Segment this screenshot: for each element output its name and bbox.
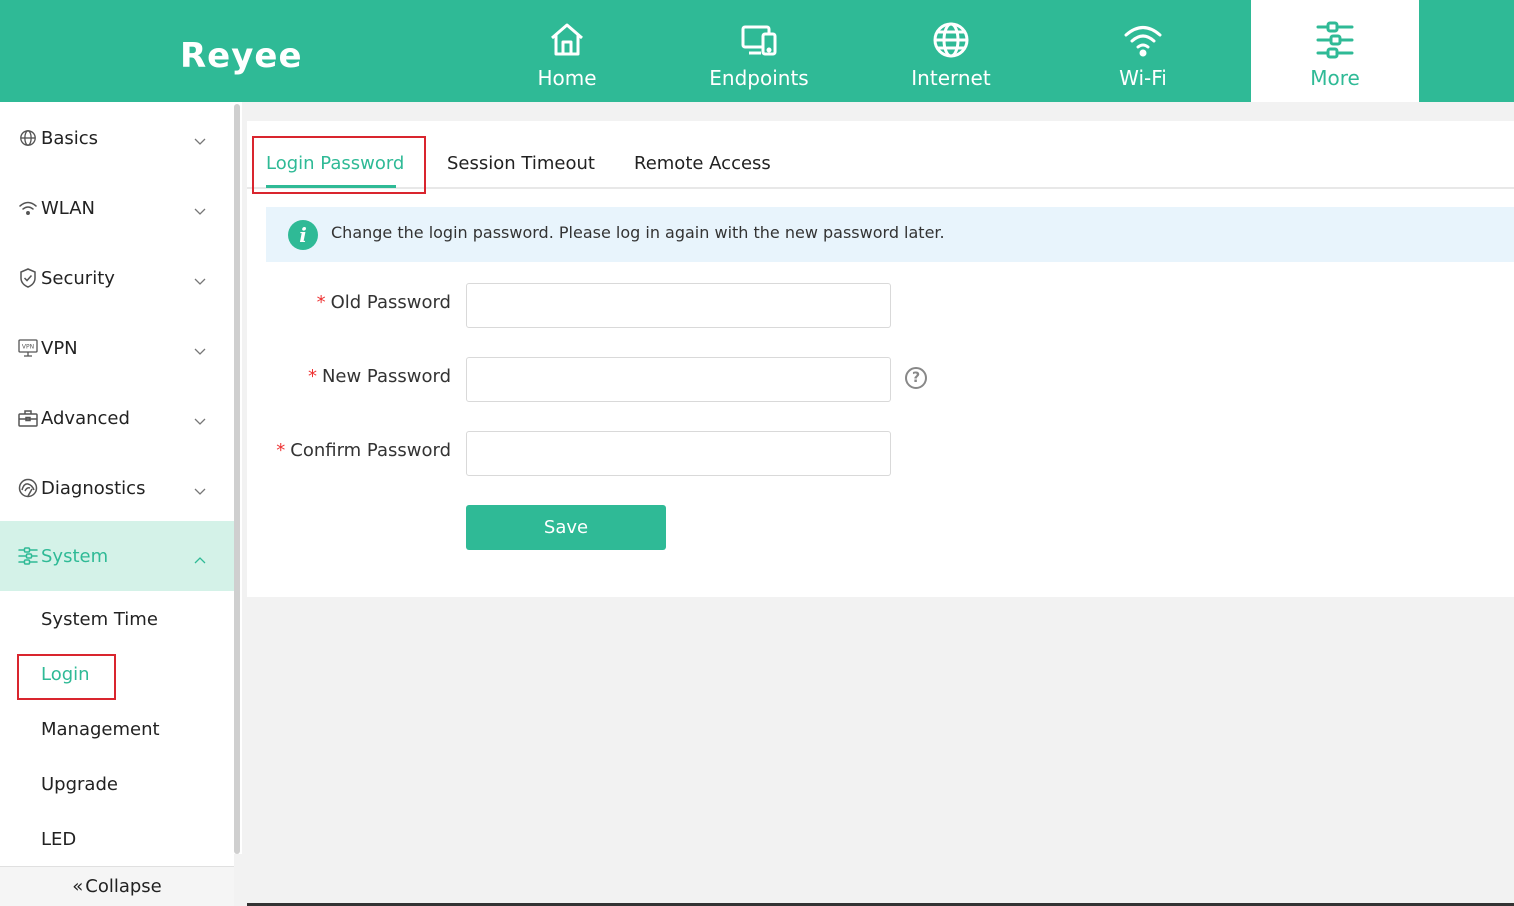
system-sliders-icon xyxy=(18,546,38,566)
settings-sliders-icon xyxy=(1315,20,1355,60)
sidebar-item-security[interactable]: Security xyxy=(0,243,234,313)
required-mark: * xyxy=(276,440,286,461)
old-password-label: * Old Password xyxy=(316,292,451,313)
new-password-label: * New Password xyxy=(307,366,451,387)
confirm-password-label: * Confirm Password xyxy=(276,440,451,461)
required-mark: * xyxy=(307,366,317,387)
sidebar-item-diagnostics[interactable]: Diagnostics xyxy=(0,453,234,523)
sidebar-subitem-system-time[interactable]: System Time xyxy=(41,609,158,630)
new-password-input[interactable] xyxy=(466,357,891,402)
question-mark-icon[interactable]: ? xyxy=(905,367,927,389)
nav-internet-label: Internet xyxy=(911,66,991,90)
sidebar-subitem-upgrade[interactable]: Upgrade xyxy=(41,774,118,795)
sidebar-item-system[interactable]: System xyxy=(0,521,234,591)
nav-more-label: More xyxy=(1310,66,1360,90)
info-banner: i Change the login password. Please log … xyxy=(266,207,1514,262)
sidebar-item-label: VPN xyxy=(41,337,78,359)
sidebar-item-label: Security xyxy=(41,267,115,289)
vpn-icon: VPN xyxy=(18,338,38,358)
old-password-input[interactable] xyxy=(466,283,891,328)
shield-icon xyxy=(18,268,38,288)
info-icon: i xyxy=(288,220,318,250)
sidebar-subitem-led[interactable]: LED xyxy=(41,829,76,850)
nav-endpoints[interactable]: Endpoints xyxy=(675,0,843,102)
chevron-up-icon xyxy=(194,550,206,564)
sidebar-subitem-management[interactable]: Management xyxy=(41,719,160,740)
double-chevron-left-icon: « xyxy=(72,876,84,897)
chevron-down-icon xyxy=(194,412,206,425)
sidebar: Basics WLAN Security VPN VPN Advanced Di… xyxy=(0,102,234,906)
nav-wifi[interactable]: Wi-Fi xyxy=(1059,0,1227,102)
globe-icon xyxy=(18,128,38,148)
nav-home[interactable]: Home xyxy=(483,0,651,102)
sidebar-item-basics[interactable]: Basics xyxy=(0,103,234,173)
sidebar-item-advanced[interactable]: Advanced xyxy=(0,383,234,453)
chevron-down-icon xyxy=(194,132,206,145)
svg-text:VPN: VPN xyxy=(22,344,34,351)
wifi-icon xyxy=(1123,20,1163,60)
sidebar-item-label: WLAN xyxy=(41,197,96,219)
reyee-logo: Reyee xyxy=(180,36,303,76)
nav-wifi-label: Wi-Fi xyxy=(1119,66,1167,90)
main-panel: Login Password Session Timeout Remote Ac… xyxy=(247,121,1514,597)
tab-session-timeout[interactable]: Session Timeout xyxy=(447,153,595,174)
wifi-icon xyxy=(18,198,38,218)
sidebar-item-vpn[interactable]: VPN VPN xyxy=(0,313,234,383)
tab-remote-access[interactable]: Remote Access xyxy=(634,153,771,174)
globe-icon xyxy=(931,20,971,60)
highlight-box-login xyxy=(17,654,116,700)
sidebar-scrollbar[interactable] xyxy=(234,104,240,854)
nav-home-label: Home xyxy=(537,66,597,90)
tab-divider xyxy=(247,187,1514,189)
save-button[interactable]: Save xyxy=(466,505,666,550)
chevron-down-icon xyxy=(194,342,206,355)
devices-icon xyxy=(739,20,779,60)
sidebar-item-label: Advanced xyxy=(41,407,130,429)
chevron-down-icon xyxy=(194,482,206,495)
highlight-box-login-password-tab xyxy=(252,136,426,194)
chevron-down-icon xyxy=(194,202,206,215)
toolbox-icon xyxy=(18,408,38,428)
home-icon xyxy=(547,20,587,60)
info-banner-text: Change the login password. Please log in… xyxy=(331,223,945,242)
collapse-label: Collapse xyxy=(85,876,162,897)
confirm-password-input[interactable] xyxy=(466,431,891,476)
nav-more[interactable]: More xyxy=(1251,0,1419,102)
nav-internet[interactable]: Internet xyxy=(867,0,1035,102)
diagnostics-icon xyxy=(18,478,38,498)
top-header: Reyee Home Endpoints Internet Wi-Fi More xyxy=(0,0,1514,102)
sidebar-item-label: Basics xyxy=(41,127,99,149)
collapse-button[interactable]: « Collapse xyxy=(0,866,234,906)
nav-endpoints-label: Endpoints xyxy=(709,66,809,90)
chevron-down-icon xyxy=(194,272,206,285)
sidebar-item-label: System xyxy=(41,545,109,567)
required-mark: * xyxy=(316,292,326,313)
sidebar-item-label: Diagnostics xyxy=(41,477,146,499)
sidebar-item-wlan[interactable]: WLAN xyxy=(0,173,234,243)
